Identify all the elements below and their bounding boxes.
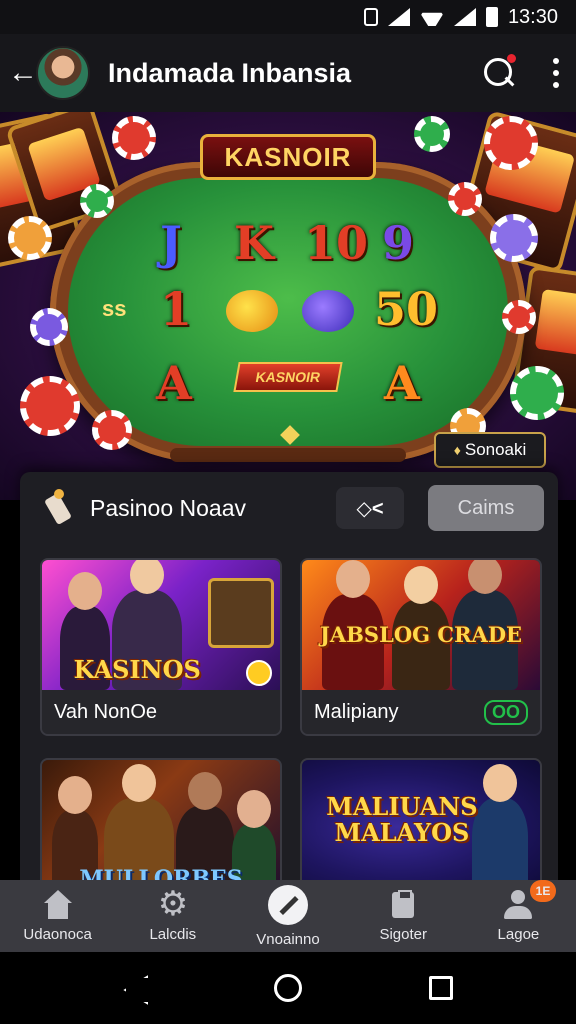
home-icon [41, 889, 75, 920]
symbol-k: K [234, 216, 274, 270]
poker-chip [510, 366, 564, 420]
poker-table-felt [68, 178, 508, 446]
games-panel: Pasinoo Noaav ◇< Caims KASINOS Vah NonOe… [20, 472, 558, 892]
game-card-label-row: Malipiany OO [302, 690, 540, 734]
game-card[interactable]: MULLORBES [40, 758, 282, 892]
nav-item-label: Lalcdis [149, 925, 197, 943]
game-card-art-text: JABSLOG CRADE [319, 622, 523, 647]
game-card-art-text: MALIUANS MALAYOS [326, 792, 478, 847]
system-back-icon[interactable] [123, 975, 147, 1001]
game-card-art-text: KASINOS [73, 655, 201, 684]
system-nav-bar [0, 952, 576, 1024]
poker-chip [20, 376, 80, 436]
poker-chip [484, 116, 538, 170]
game-card-art: KASINOS [42, 560, 280, 690]
game-card-art: MULLORBES [42, 760, 280, 890]
nav-item-label: Udaonoca [23, 925, 92, 943]
game-card[interactable]: KASINOS Vah NonOe [40, 558, 282, 736]
nav-item-settings[interactable]: Lalcdis [115, 880, 230, 952]
poker-chip [30, 308, 68, 346]
game-card[interactable]: MALIUANS MALAYOS [300, 758, 542, 892]
nav-item-label: Lagoe [497, 925, 540, 943]
system-recents-icon[interactable] [428, 976, 453, 1000]
symbol-j: J [160, 216, 182, 270]
nav-item-label: Vnoainno [256, 930, 320, 948]
game-card[interactable]: JABSLOG CRADE Malipiany OO [300, 558, 542, 736]
casino-sign: KASNOIR [200, 134, 376, 180]
status-bar: 13:30 [0, 0, 576, 34]
game-card-label: Malipiany [314, 700, 399, 723]
table-rail [170, 448, 406, 462]
fruit-icon [226, 290, 278, 332]
panel-header: Pasinoo Noaav ◇< Caims [20, 472, 558, 544]
more-vert-icon[interactable] [552, 58, 560, 88]
symbol-10: 10 [304, 216, 369, 270]
nav-item-center[interactable]: Vnoainno [230, 880, 345, 952]
symbol-9: 9 [382, 216, 415, 270]
hero-banner[interactable]: KASNOIR J K 10 9 1 50 A KASNOIR A ss ♦ S… [0, 112, 576, 500]
claims-button[interactable]: Caims [428, 485, 544, 531]
nav-item-profile[interactable]: Lagoe 1E [461, 880, 576, 952]
clipboard-icon [386, 889, 420, 920]
gear-icon [156, 884, 190, 924]
poker-chip [448, 182, 482, 216]
chalk-icon [40, 489, 74, 527]
game-card-label-row: Vah NonOe [42, 690, 280, 734]
poker-chip [80, 184, 114, 218]
app-bar: ← Indamada Inbansia [0, 34, 576, 112]
bottom-nav: Udaonoca Lalcdis Vnoainno Sigoter Lagoe … [0, 880, 576, 952]
center-action-icon [268, 884, 308, 925]
poker-chip [112, 116, 156, 160]
status-badge: OO [483, 699, 528, 725]
poker-chip [8, 216, 52, 260]
nav-item-clipboard[interactable]: Sigoter [346, 880, 461, 952]
signal-icon-2 [453, 8, 476, 26]
hero-corner-badge[interactable]: ♦ Sonoaki [434, 432, 546, 468]
symbol-1: 1 [160, 282, 193, 336]
tag-icon: ♦ [453, 442, 461, 458]
hero-corner-badge-label: Sonoaki [464, 440, 527, 459]
nav-item-label: Sigoter [379, 925, 427, 943]
system-home-icon[interactable] [273, 974, 302, 1002]
signal-icon [387, 8, 410, 26]
status-time: 13:30 [507, 5, 558, 28]
back-arrow-icon[interactable]: ← [8, 56, 38, 90]
app-title: Indamada Inbansia [108, 57, 352, 88]
coin-icon [246, 660, 272, 686]
vibrate-icon [363, 8, 378, 26]
poker-chip [502, 300, 536, 334]
symbol-a-right: A [384, 356, 420, 410]
side-text: ss [102, 296, 127, 321]
search-icon[interactable] [482, 54, 516, 90]
game-card-art: JABSLOG CRADE [302, 560, 540, 690]
center-banner: KASNOIR [233, 362, 343, 392]
poker-chip [490, 214, 538, 262]
slot-machine-image [208, 578, 274, 648]
poker-chip [414, 116, 450, 152]
poker-chip [92, 410, 132, 450]
game-card-label: Vah NonOe [54, 700, 158, 723]
notification-dot [507, 54, 516, 63]
avatar[interactable] [36, 46, 90, 100]
battery-icon [485, 7, 498, 27]
game-card-art: MALIUANS MALAYOS [302, 760, 540, 890]
symbol-50: 50 [374, 282, 439, 336]
panel-title: Pasinoo Noaav [90, 494, 246, 521]
gem-icon [302, 290, 354, 332]
nav-item-home[interactable]: Udaonoca [0, 880, 115, 952]
notification-badge: 1E [530, 880, 557, 902]
symbol-a-left: A [156, 356, 192, 410]
code-button[interactable]: ◇< [336, 487, 404, 529]
wifi-icon [420, 8, 444, 26]
